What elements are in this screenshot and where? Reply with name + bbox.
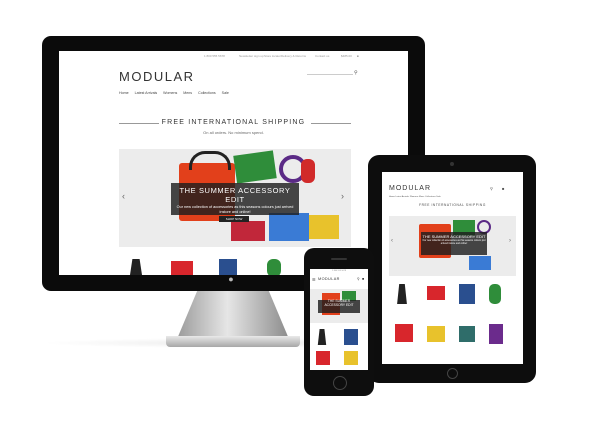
desktop-screen: 1 800 555 5678 Newsletter sign up Store … (59, 51, 408, 275)
product-thumbnail[interactable] (316, 351, 330, 365)
search-icon[interactable]: ⚲ (357, 277, 360, 281)
nav-item-collections[interactable]: Collections (425, 196, 436, 198)
hero-subtitle: Our new collection of accessories as thi… (422, 240, 486, 245)
nav-item-latest[interactable]: Latest Arrivals (395, 196, 409, 198)
blue-accessory-image (269, 213, 309, 241)
nav-item-sale[interactable]: Sale (436, 196, 440, 198)
product-thumbnail[interactable] (459, 284, 475, 304)
search-input[interactable] (307, 74, 353, 75)
product-thumbnail[interactable] (427, 326, 445, 342)
red-bag-image (231, 221, 265, 241)
bag-icon[interactable]: ■ (362, 277, 364, 281)
hero-slider[interactable]: THE SUMMER ACCESSORY EDIT Our new collec… (119, 149, 351, 247)
home-button[interactable] (447, 368, 458, 379)
site-logo[interactable]: MODULAR (389, 185, 431, 192)
product-thumbnail[interactable] (397, 284, 407, 304)
slider-prev-icon[interactable]: ‹ (122, 191, 125, 201)
nav-item-home[interactable]: Home (389, 196, 395, 198)
slider-next-icon[interactable]: › (341, 191, 344, 201)
shipping-banner-subtitle: On all orders. No minimum spend. (203, 130, 264, 135)
hero-title: THE SUMMER ACCESSORY EDIT (179, 186, 291, 204)
hero-caption: THE SUMMER ACCESSORY EDIT Our new collec… (421, 232, 487, 255)
hero-slider[interactable]: THE SUMMER ACCESSORY EDIT (310, 289, 368, 323)
topbar-link-newsletter[interactable]: Newsletter sign up (239, 54, 264, 58)
phone-device: 1 800 555 5678 ☰ MODULAR ⚲ ■ THE SUMMER … (304, 248, 374, 396)
nav-item-womens[interactable]: Womens (410, 196, 419, 198)
product-grid (389, 280, 516, 360)
apple-logo-icon: ● (228, 274, 234, 284)
product-thumbnail[interactable] (344, 329, 358, 345)
nav-item-collections[interactable]: Collections (198, 91, 216, 95)
phone-screen: 1 800 555 5678 ☰ MODULAR ⚲ ■ THE SUMMER … (310, 269, 368, 370)
phone-number: 1 800 555 5678 (332, 270, 346, 272)
monitor-stand (177, 291, 289, 339)
hero-title: THE SUMMER ACCESSORY EDIT (318, 299, 360, 313)
search-icon[interactable]: ⚲ (490, 186, 493, 191)
green-clutch-image (233, 150, 277, 184)
desktop-topbar: 1 800 555 5678 Newsletter sign up Store … (59, 51, 408, 61)
nav-item-sale[interactable]: Sale (222, 91, 229, 95)
site-logo[interactable]: MODULAR (318, 277, 340, 281)
yellow-accessory-image (309, 215, 339, 239)
hero-title: THE SUMMER ACCESSORY EDIT (422, 234, 486, 239)
hero-caption: THE SUMMER ACCESSORY EDIT Our new collec… (171, 183, 299, 215)
menu-icon[interactable]: ☰ (312, 277, 316, 282)
product-thumbnail[interactable] (267, 259, 281, 275)
product-thumbnail[interactable] (459, 326, 475, 342)
bag-icon[interactable]: ■ (357, 54, 359, 58)
home-button[interactable] (333, 376, 347, 390)
topbar-link-contact[interactable]: Contact us (315, 54, 329, 58)
product-thumbnail[interactable] (317, 329, 327, 345)
shop-now-button[interactable]: SHOP NOW (219, 216, 249, 222)
phone-number: 1 800 555 5678 (204, 54, 225, 58)
shipping-banner-title: FREE INTERNATIONAL SHIPPING (161, 119, 306, 126)
product-thumbnail[interactable] (171, 261, 193, 275)
nav-item-latest[interactable]: Latest Arrivals (135, 91, 158, 95)
camera-icon (450, 162, 454, 166)
product-thumbnail[interactable] (129, 259, 143, 275)
bag-handle-image (189, 151, 231, 170)
hero-slider[interactable]: THE SUMMER ACCESSORY EDIT Our new collec… (389, 216, 516, 276)
monitor-base (166, 336, 300, 347)
topbar-link-delivery[interactable]: Delivery & Returns (281, 54, 306, 58)
bag-icon[interactable]: ■ (502, 186, 504, 191)
site-logo[interactable]: MODULAR (119, 69, 195, 84)
red-accessory-image (301, 159, 315, 183)
tablet-screen: MODULAR ⚲ ■ Home Latest Arrivals Womens … (382, 172, 523, 364)
tablet-device: MODULAR ⚲ ■ Home Latest Arrivals Womens … (368, 155, 536, 383)
nav-item-home[interactable]: Home (119, 91, 129, 95)
product-thumbnail[interactable] (489, 324, 503, 344)
main-nav: Home Latest Arrivals Womens Mens Collect… (119, 91, 234, 99)
slider-prev-icon[interactable]: ‹ (391, 238, 393, 244)
product-thumbnail[interactable] (395, 324, 413, 342)
topbar-link-stores[interactable]: Store locator (264, 54, 281, 58)
slider-next-icon[interactable]: › (509, 238, 511, 244)
cart-total[interactable]: $485.00 (341, 54, 352, 58)
product-thumbnail[interactable] (219, 259, 237, 275)
main-nav: Home Latest Arrivals Womens Mens Collect… (389, 196, 441, 198)
blue-accessory-image (469, 256, 491, 270)
nav-item-womens[interactable]: Womens (163, 91, 177, 95)
search-icon[interactable]: ⚲ (354, 70, 358, 76)
nav-item-mens[interactable]: Mens (419, 196, 424, 198)
product-thumbnail[interactable] (489, 284, 501, 304)
shipping-banner-title: FREE INTERNATIONAL SHIPPING (419, 203, 486, 207)
product-thumbnail[interactable] (427, 286, 445, 300)
product-thumbnail[interactable] (344, 351, 358, 365)
hero-subtitle: Our new collection of accessories as thi… (176, 205, 294, 214)
speaker-grille (331, 258, 347, 260)
nav-item-mens[interactable]: Mens (183, 91, 192, 95)
